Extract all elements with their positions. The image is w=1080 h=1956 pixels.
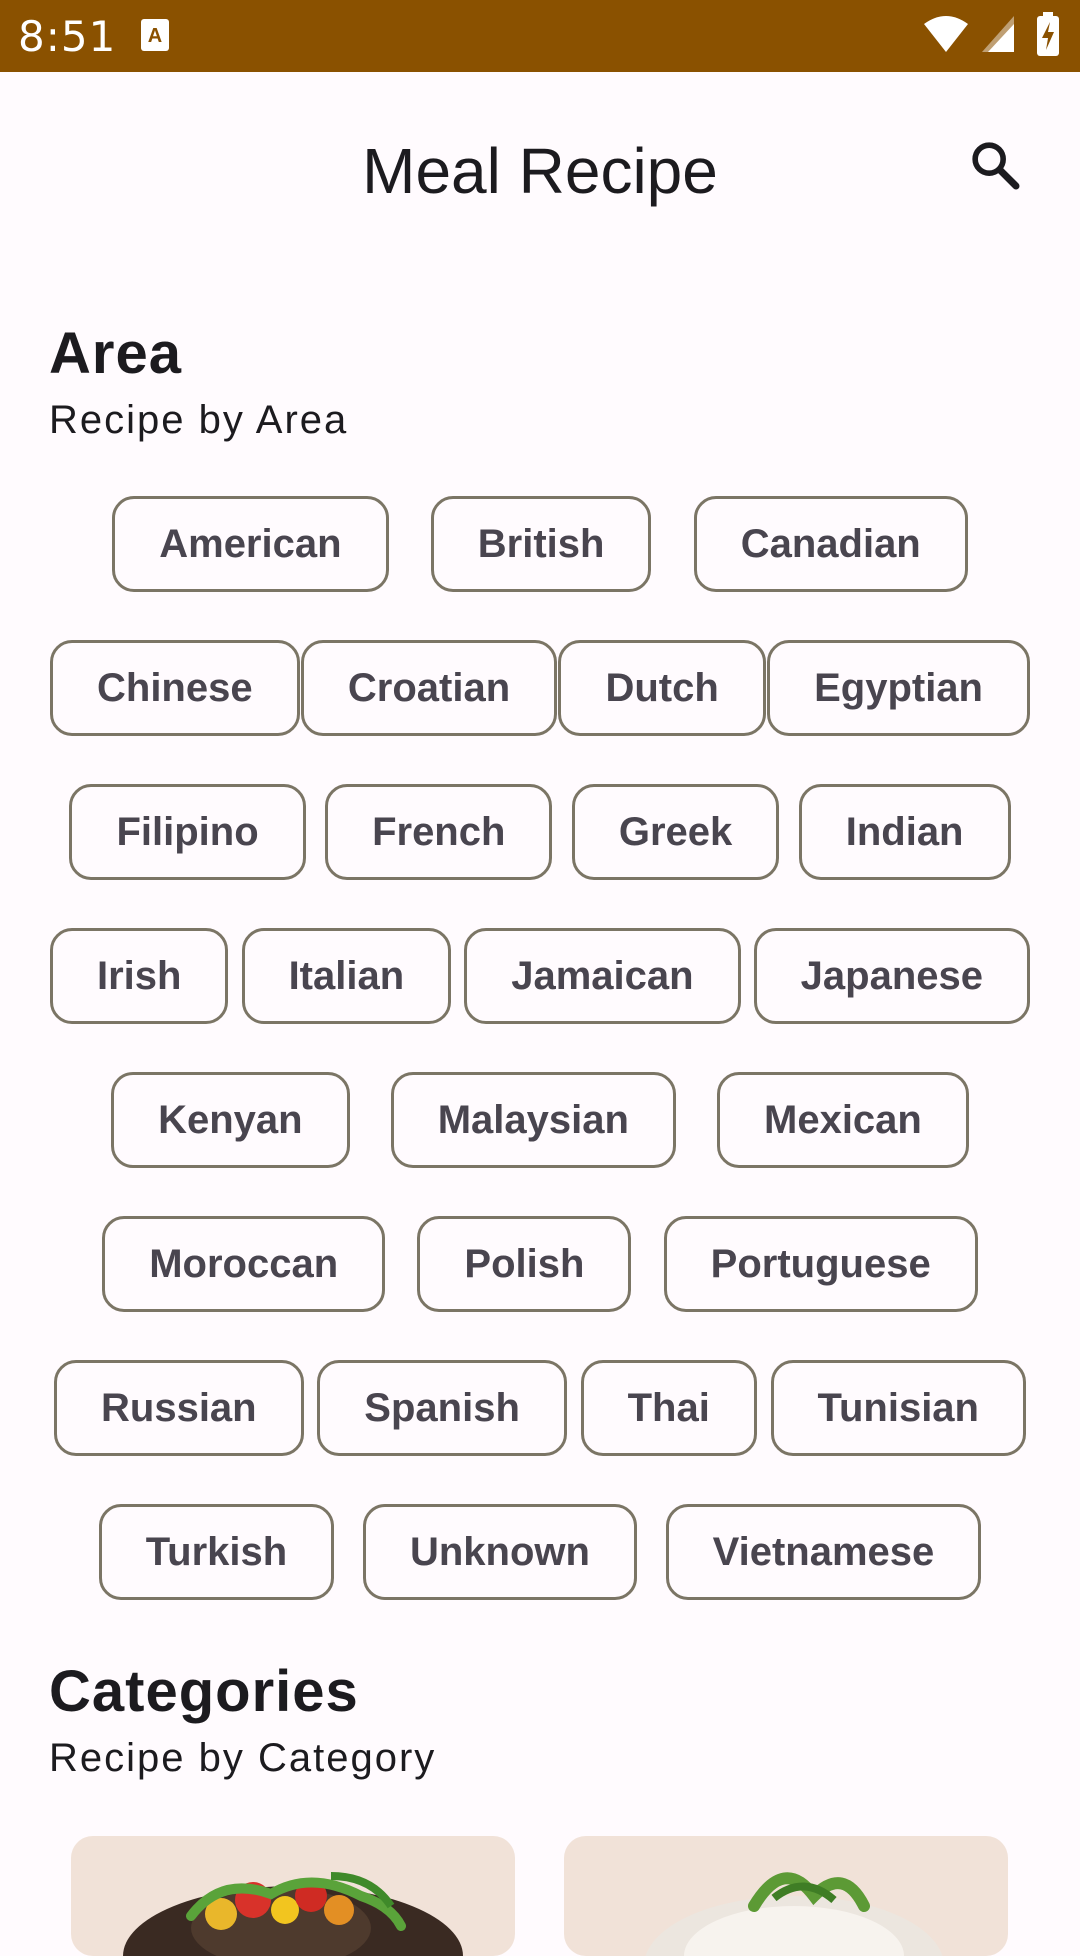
cell-signal-icon <box>982 16 1014 52</box>
categories-section-subtitle: Recipe by Category <box>49 1736 437 1780</box>
chip-row: Turkish Unknown Vietnamese <box>0 1504 1080 1600</box>
chip-row: Chinese Croatian Dutch Egyptian <box>0 640 1080 736</box>
area-chip-french[interactable]: French <box>325 784 553 880</box>
area-chip-unknown[interactable]: Unknown <box>362 1504 637 1600</box>
area-chip-thai[interactable]: Thai <box>580 1360 757 1456</box>
app-bar: Meal Recipe <box>0 72 1080 268</box>
chip-row: American British Canadian <box>0 496 1080 592</box>
area-chip-croatian[interactable]: Croatian <box>300 640 558 736</box>
area-chip-jamaican[interactable]: Jamaican <box>464 928 741 1024</box>
area-chip-canadian[interactable]: Canadian <box>693 496 968 592</box>
battery-charging-icon <box>1037 12 1059 56</box>
area-chip-portuguese[interactable]: Portuguese <box>663 1216 978 1312</box>
area-chip-malaysian[interactable]: Malaysian <box>390 1072 676 1168</box>
svg-text:A: A <box>148 25 162 47</box>
area-chip-vietnamese[interactable]: Vietnamese <box>665 1504 982 1600</box>
chip-row: Kenyan Malaysian Mexican <box>0 1072 1080 1168</box>
area-chip-filipino[interactable]: Filipino <box>69 784 306 880</box>
text-input-notification-icon: A <box>141 19 169 51</box>
area-chip-irish[interactable]: Irish <box>50 928 229 1024</box>
area-chip-indian[interactable]: Indian <box>798 784 1011 880</box>
area-chip-chinese[interactable]: Chinese <box>50 640 300 736</box>
app-title: Meal Recipe <box>362 135 718 207</box>
area-chip-russian[interactable]: Russian <box>54 1360 304 1456</box>
status-bar: 8:51 A <box>0 0 1080 72</box>
search-button[interactable] <box>960 130 1030 200</box>
area-chip-group: American British Canadian Chinese Croati… <box>0 496 1080 1648</box>
area-section-subtitle: Recipe by Area <box>49 398 349 442</box>
area-chip-polish[interactable]: Polish <box>417 1216 632 1312</box>
chip-row: Filipino French Greek Indian <box>0 784 1080 880</box>
category-card[interactable] <box>564 1836 1008 1956</box>
chip-row: Irish Italian Jamaican Japanese <box>0 928 1080 1024</box>
area-chip-kenyan[interactable]: Kenyan <box>111 1072 350 1168</box>
area-chip-greek[interactable]: Greek <box>571 784 780 880</box>
area-chip-tunisian[interactable]: Tunisian <box>770 1360 1026 1456</box>
area-chip-turkish[interactable]: Turkish <box>98 1504 335 1600</box>
status-time: 8:51 <box>18 12 117 61</box>
area-chip-american[interactable]: American <box>112 496 389 592</box>
categories-section-title: Categories <box>49 1659 359 1724</box>
area-chip-moroccan[interactable]: Moroccan <box>102 1216 386 1312</box>
area-chip-spanish[interactable]: Spanish <box>317 1360 567 1456</box>
category-card[interactable] <box>71 1836 515 1956</box>
wifi-icon <box>924 16 968 52</box>
area-chip-italian[interactable]: Italian <box>241 928 452 1024</box>
area-chip-british[interactable]: British <box>430 496 652 592</box>
area-section-title: Area <box>49 321 182 386</box>
chip-row: Moroccan Polish Portuguese <box>0 1216 1080 1312</box>
chip-row: Russian Spanish Thai Tunisian <box>0 1360 1080 1456</box>
category-image <box>645 1872 943 1956</box>
area-chip-dutch[interactable]: Dutch <box>558 640 766 736</box>
area-chip-japanese[interactable]: Japanese <box>753 928 1030 1024</box>
area-chip-mexican[interactable]: Mexican <box>717 1072 969 1168</box>
category-image <box>123 1872 463 1956</box>
search-icon <box>972 142 1020 190</box>
area-chip-egyptian[interactable]: Egyptian <box>767 640 1030 736</box>
